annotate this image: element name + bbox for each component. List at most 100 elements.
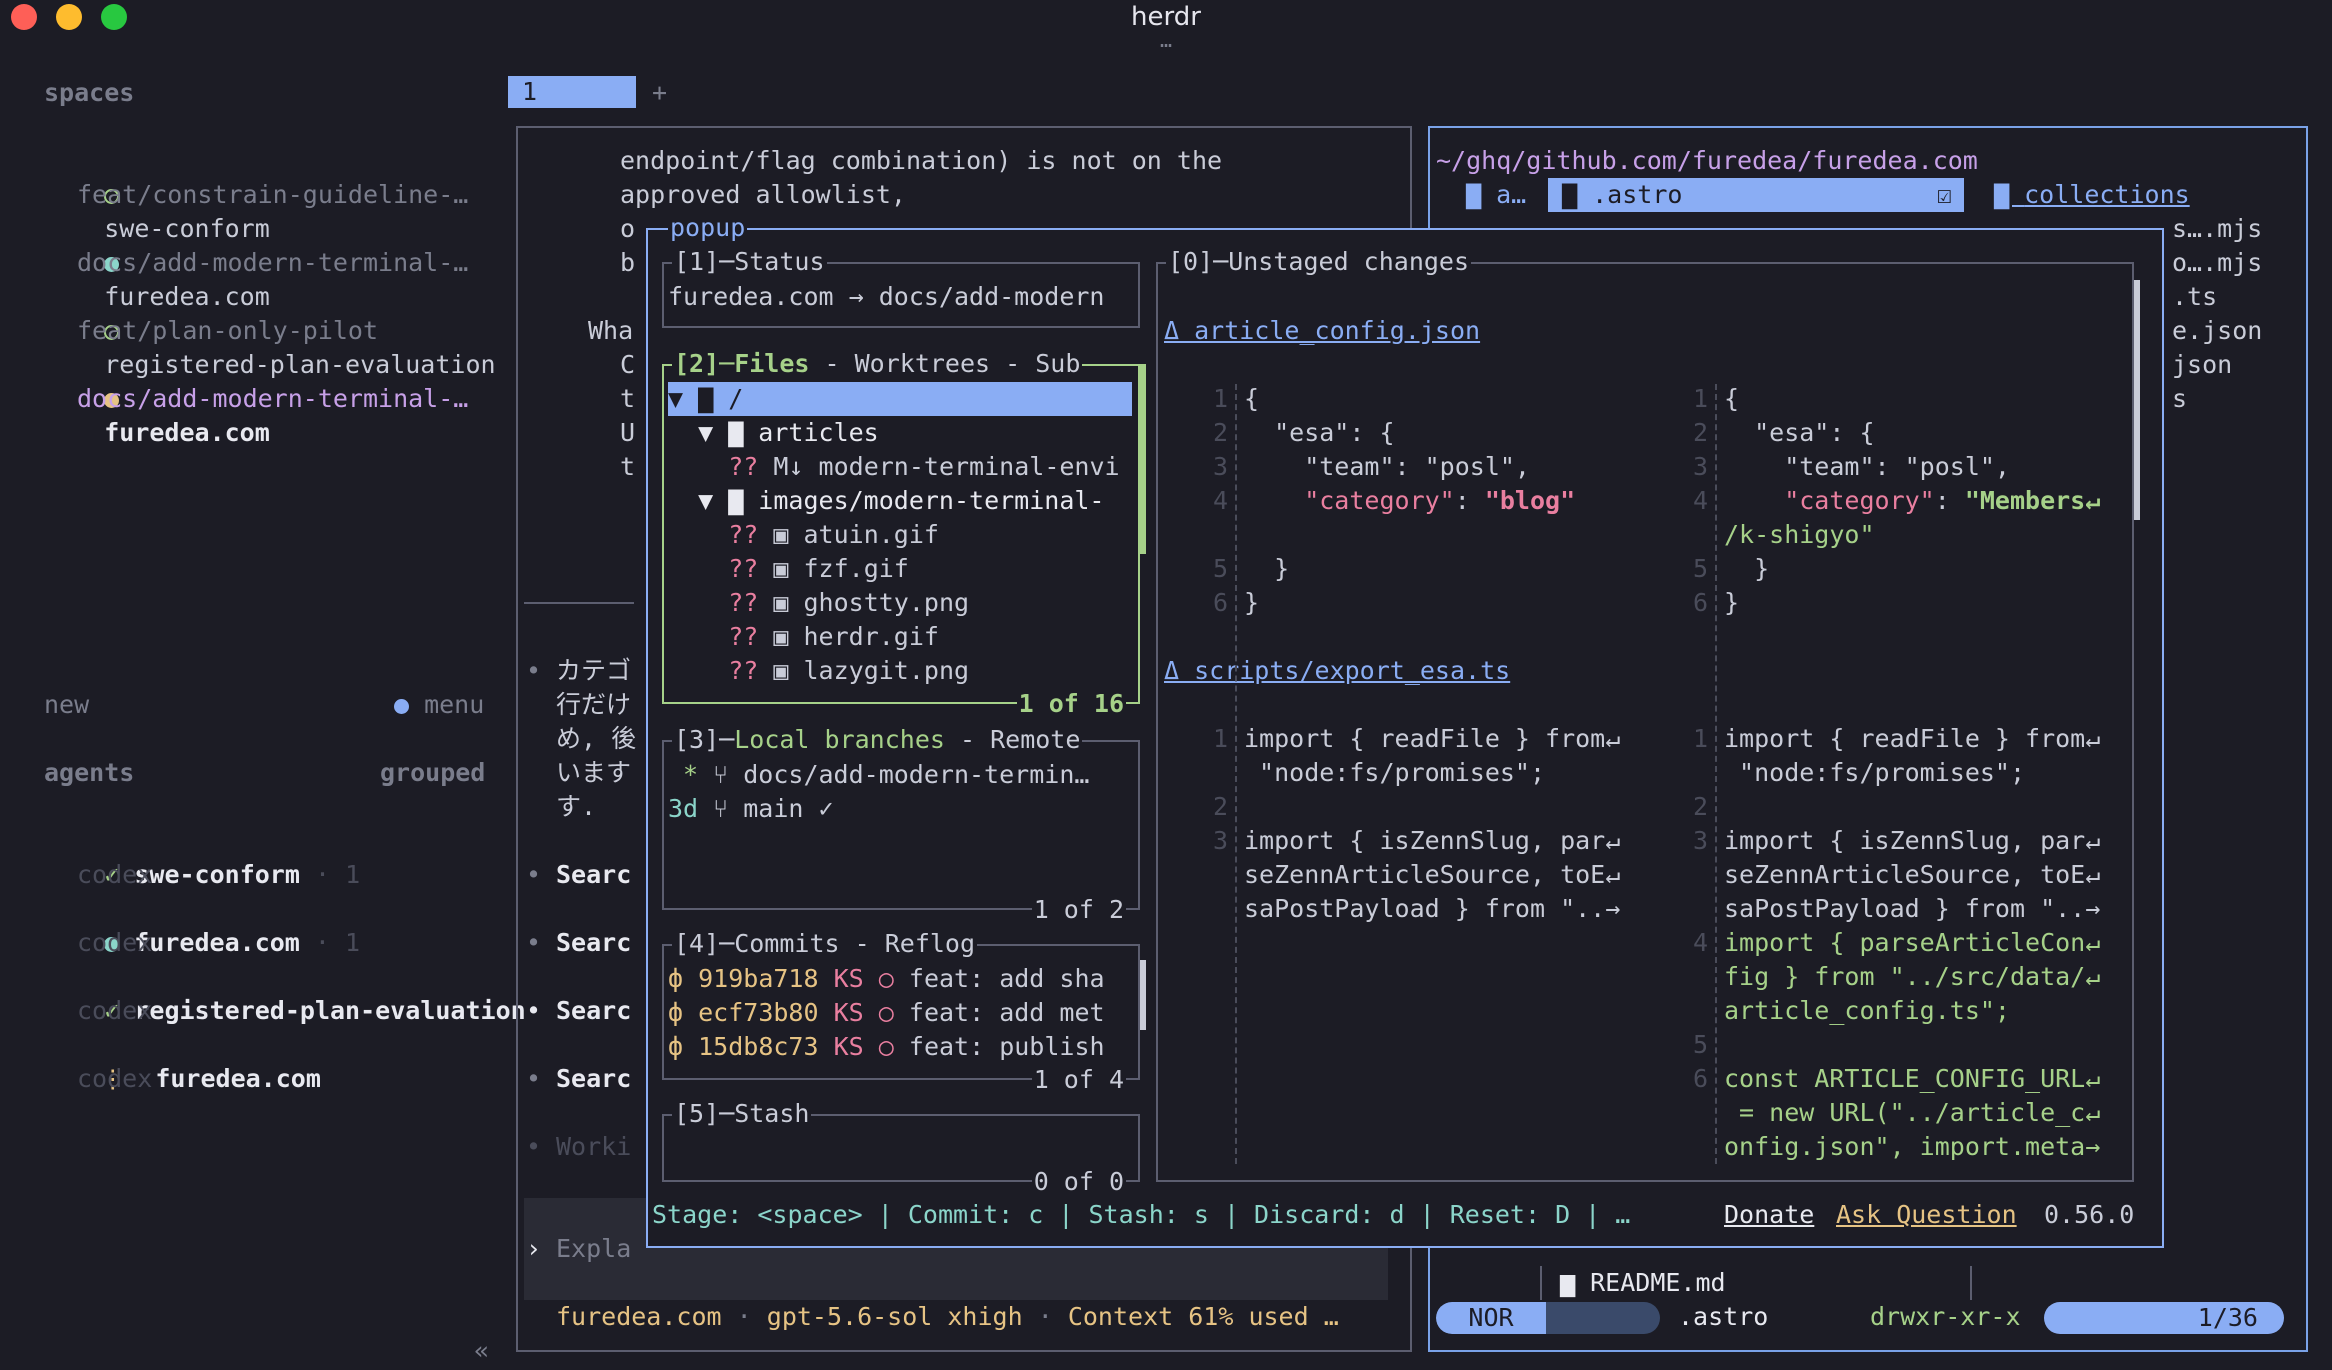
- panel-footer: 1 of 2: [1031, 893, 1126, 927]
- file-row[interactable]: ?? ▣ atuin.gif: [668, 518, 939, 552]
- menu-dot-icon: [394, 698, 409, 714]
- prompt-input[interactable]: Expla: [556, 1232, 631, 1266]
- commit-row[interactable]: ф 919ba718 KS ○ feat: add sha: [668, 962, 1105, 996]
- panel-title: [5]─Stash: [672, 1097, 812, 1131]
- file-row[interactable]: ?? ▣ lazygit.png: [668, 654, 969, 688]
- file-row[interactable]: ?? M↓ modern-terminal-envi: [668, 450, 1119, 484]
- space-branch: feat/constrain-guideline-…: [77, 180, 469, 209]
- diff-line-number: 1: [1212, 724, 1228, 753]
- diff-line: import { readFile } from↵: [1244, 722, 1620, 756]
- stash-panel[interactable]: [5]─Stash 0 of 0: [662, 1097, 1140, 1199]
- grouped-toggle[interactable]: grouped: [380, 756, 485, 790]
- agent-tool: codex: [77, 860, 153, 889]
- file-entry[interactable]: s….mjs: [2172, 212, 2262, 246]
- agent-status-line: furedea.com · gpt-5.6-sol xhigh · Contex…: [556, 1300, 1339, 1334]
- bullet-icon: •: [526, 1064, 542, 1093]
- file-row[interactable]: ?? ▣ fzf.gif: [668, 552, 909, 586]
- diff-value: article_config.ts";: [1724, 996, 2010, 1025]
- files-scrollbar[interactable]: [1140, 364, 1146, 554]
- file-entry[interactable]: json: [2172, 348, 2232, 382]
- position-indicator: 1/36: [2044, 1302, 2284, 1334]
- diff-line-number: 2: [1692, 418, 1708, 447]
- menu-button[interactable]: menu: [394, 688, 484, 722]
- diff-value: "Members↵: [1964, 486, 2101, 515]
- bullet-icon: •: [526, 656, 542, 685]
- file-name: ▣ atuin.gif: [773, 520, 939, 549]
- diff-code: import { readFile } from↵: [1724, 724, 2101, 753]
- gutter-divider: [1235, 384, 1237, 1164]
- readme-entry[interactable]: ▆ README.md: [1560, 1266, 1726, 1300]
- diff-code: }: [1724, 588, 1740, 617]
- diff-line-number: 4: [1692, 928, 1708, 957]
- bullet-icon: •: [526, 928, 542, 957]
- prompt-chevron-icon: ›: [526, 1234, 542, 1263]
- diff-value: = new URL("../article_c↵: [1724, 1098, 2101, 1127]
- version-label: 0.56.0: [2044, 1200, 2135, 1229]
- file-entry[interactable]: .ts: [2172, 280, 2217, 314]
- edit-icon: ☑: [1936, 180, 1952, 209]
- add-tab-button[interactable]: +: [652, 76, 667, 110]
- tab-a[interactable]: ▇ a…: [1466, 178, 1526, 212]
- diff-scrollbar[interactable]: [2134, 280, 2140, 520]
- commit-author: KS: [833, 1032, 864, 1061]
- commit-hash: ecf73b80: [698, 998, 819, 1027]
- diff-line: /k-shigyo": [1724, 518, 1875, 552]
- diff-line-number: 3: [1692, 826, 1708, 855]
- agent-output-fragment: t: [620, 452, 636, 481]
- diff-value: import { parseArticleCon↵: [1724, 928, 2101, 957]
- panel-title-num: [3]─: [674, 725, 735, 754]
- diff-key: "category": [1244, 486, 1455, 515]
- commit-row[interactable]: ф ecf73b80 KS ○ feat: add met: [668, 996, 1105, 1030]
- file-entry[interactable]: o….mjs: [2172, 246, 2262, 280]
- collapse-sidebar-icon[interactable]: «: [474, 1334, 489, 1368]
- agent-output-fragment: め, 後: [556, 724, 637, 753]
- file-row[interactable]: ▼ ▇ articles: [668, 416, 879, 450]
- agent-output-fragment: Searc: [556, 1064, 632, 1093]
- tab-collections[interactable]: ▇ collections: [1994, 178, 2190, 212]
- commit-message: feat: add sha: [908, 964, 1105, 993]
- tab-astro[interactable]: ▇ .astro ☑: [1548, 178, 1964, 212]
- menu-label: menu: [424, 690, 485, 719]
- file-row[interactable]: ▼ ▇ /: [668, 382, 743, 416]
- tab-1[interactable]: 1: [508, 76, 636, 108]
- file-entry[interactable]: s: [2172, 382, 2187, 416]
- panel-title-rest: - Reflog: [839, 929, 976, 958]
- branch-row[interactable]: * ⑂ docs/add-modern-termin…: [668, 758, 1089, 792]
- drag-handle[interactable]: …: [1160, 30, 1172, 50]
- file-entry[interactable]: e.json: [2172, 314, 2262, 348]
- untracked-status: ??: [728, 452, 759, 481]
- branch-name: docs/add-modern-termin…: [728, 760, 1090, 789]
- file-row[interactable]: ▼ ▇ images/modern-terminal-: [668, 484, 1104, 518]
- diff-line-number: 3: [1212, 452, 1228, 481]
- diff-code: }: [1244, 588, 1260, 617]
- diff-line: article_config.ts";: [1724, 994, 2010, 1028]
- keybinding-bar: Stage: <space> | Commit: c | Stash: s | …: [652, 1200, 1631, 1229]
- agent-output-fragment: U: [620, 418, 636, 447]
- diff-line: = new URL("../article_c↵: [1724, 1096, 2100, 1130]
- commit-message: feat: add met: [908, 998, 1105, 1027]
- diff-line-number: 2: [1212, 792, 1228, 821]
- diff-code: :: [1454, 486, 1485, 515]
- gutter-divider: [1715, 384, 1717, 1164]
- branch-row[interactable]: 3d ⑂ main ✓: [668, 792, 834, 826]
- diff-file-header[interactable]: Δ article_config.json: [1164, 314, 1480, 348]
- space-item-furedea-selected[interactable]: furedea.com: [44, 348, 270, 484]
- ask-question-link[interactable]: Ask Question: [1836, 1198, 2017, 1232]
- diff-line: }: [1724, 552, 1769, 586]
- branch-prefix: 3d: [668, 794, 699, 823]
- agent-tool: codex: [77, 1064, 153, 1093]
- donate-link[interactable]: Donate: [1724, 1198, 1814, 1232]
- unpushed-icon: ○: [878, 964, 894, 993]
- diff-code: "esa": {: [1724, 418, 1875, 447]
- new-button[interactable]: new: [44, 688, 89, 722]
- diff-value: fig } from "../src/data/↵: [1724, 962, 2101, 991]
- diff-line: const ARTICLE_CONFIG_URL↵: [1724, 1062, 2100, 1096]
- agent-output-fragment: t: [620, 384, 636, 413]
- untracked-status: ??: [728, 554, 759, 583]
- diff-file-header[interactable]: Δ scripts/export_esa.ts: [1164, 654, 1510, 688]
- commit-row[interactable]: ф 15db8c73 KS ○ feat: publish: [668, 1030, 1105, 1064]
- commits-scrollbar[interactable]: [1140, 960, 1146, 1030]
- diff-line-number: 1: [1692, 724, 1708, 753]
- file-row[interactable]: ?? ▣ ghostty.png: [668, 586, 969, 620]
- file-row[interactable]: ?? ▣ herdr.gif: [668, 620, 939, 654]
